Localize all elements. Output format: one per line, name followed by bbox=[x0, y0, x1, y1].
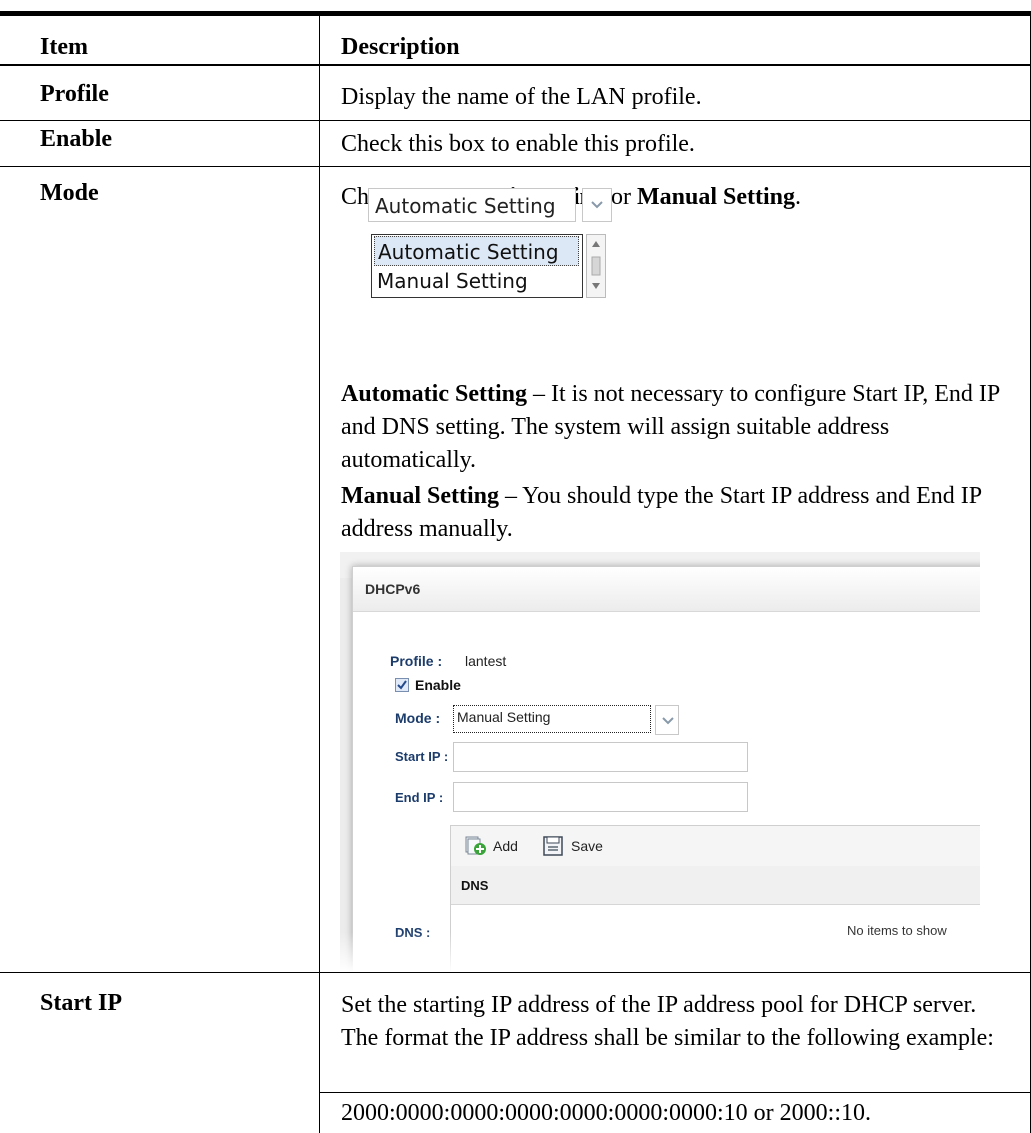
start-ip-example: 2000:0000:0000:0000:0000:0000:0000:10 or… bbox=[341, 1100, 872, 1126]
chevron-down-icon[interactable] bbox=[655, 705, 679, 735]
mode-automatic-term: Automatic Setting bbox=[341, 381, 527, 407]
start-ip-label: Start IP : bbox=[395, 749, 449, 764]
row-description-profile: Display the name of the LAN profile. bbox=[341, 84, 702, 110]
mode-select-closed[interactable]: Automatic Setting bbox=[368, 188, 576, 222]
row-description-enable: Check this box to enable this profile. bbox=[341, 131, 695, 157]
dns-column-header: DNS bbox=[461, 878, 489, 893]
profile-label: Profile : bbox=[390, 653, 443, 669]
screenshot-fade bbox=[340, 932, 980, 972]
mode-option-automatic[interactable]: Automatic Setting bbox=[374, 236, 579, 266]
dns-grid-header: DNS bbox=[451, 866, 980, 905]
mode-options-list: Automatic Setting Manual Setting bbox=[371, 234, 583, 298]
column-divider bbox=[319, 16, 320, 1133]
row-item-start-ip: Start IP bbox=[40, 990, 122, 1016]
start-ip-input[interactable] bbox=[453, 742, 748, 772]
mode-select[interactable]: Manual Setting bbox=[453, 705, 651, 733]
row-item-profile: Profile bbox=[40, 81, 109, 107]
mode-manual-description: Manual Setting – You should type the Sta… bbox=[341, 480, 1001, 546]
dialog-title-bar: DHCPv6 bbox=[353, 567, 980, 612]
dhcpv6-screenshot: DHCPv6 Profile : lantest Enable Mode : M… bbox=[340, 552, 980, 972]
dhcpv6-dialog: DHCPv6 Profile : lantest Enable Mode : M… bbox=[352, 566, 980, 972]
row-divider bbox=[0, 166, 1031, 167]
add-icon[interactable] bbox=[465, 836, 487, 861]
save-button[interactable]: Save bbox=[571, 838, 603, 854]
row-description-start-ip: Set the starting IP address of the IP ad… bbox=[341, 992, 994, 1051]
enable-label: Enable bbox=[415, 677, 461, 693]
row-divider bbox=[0, 972, 1031, 973]
header-rule bbox=[0, 64, 1031, 66]
header-item: Item bbox=[40, 34, 88, 60]
row-divider bbox=[0, 120, 1031, 121]
profile-value: lantest bbox=[465, 653, 507, 669]
row-item-mode: Mode bbox=[40, 180, 99, 206]
mode-intro-option-manual: Manual Setting bbox=[636, 184, 795, 210]
list-scrollbar[interactable] bbox=[586, 234, 606, 298]
mode-manual-term: Manual Setting bbox=[341, 483, 500, 509]
mode-option-manual[interactable]: Manual Setting bbox=[374, 266, 579, 296]
mode-label: Mode : bbox=[395, 710, 441, 726]
chevron-down-icon[interactable] bbox=[582, 188, 612, 222]
header-description: Description bbox=[341, 34, 460, 60]
row-inner-divider bbox=[319, 1092, 1031, 1093]
end-ip-input[interactable] bbox=[453, 782, 748, 812]
row-item-enable: Enable bbox=[40, 126, 113, 152]
mode-intro-text: . bbox=[795, 184, 801, 210]
dns-grid-toolbar: Add Save bbox=[451, 826, 980, 867]
table-top-rule bbox=[0, 11, 1031, 16]
mode-automatic-description: Automatic Setting – It is not necessary … bbox=[341, 378, 1001, 477]
save-icon[interactable] bbox=[543, 836, 563, 861]
enable-checkbox[interactable] bbox=[395, 678, 409, 692]
add-button[interactable]: Add bbox=[493, 838, 518, 854]
end-ip-label: End IP : bbox=[395, 790, 444, 805]
description-table: Item Description Profile Display the nam… bbox=[0, 0, 1031, 1133]
dialog-title: DHCPv6 bbox=[365, 581, 421, 597]
